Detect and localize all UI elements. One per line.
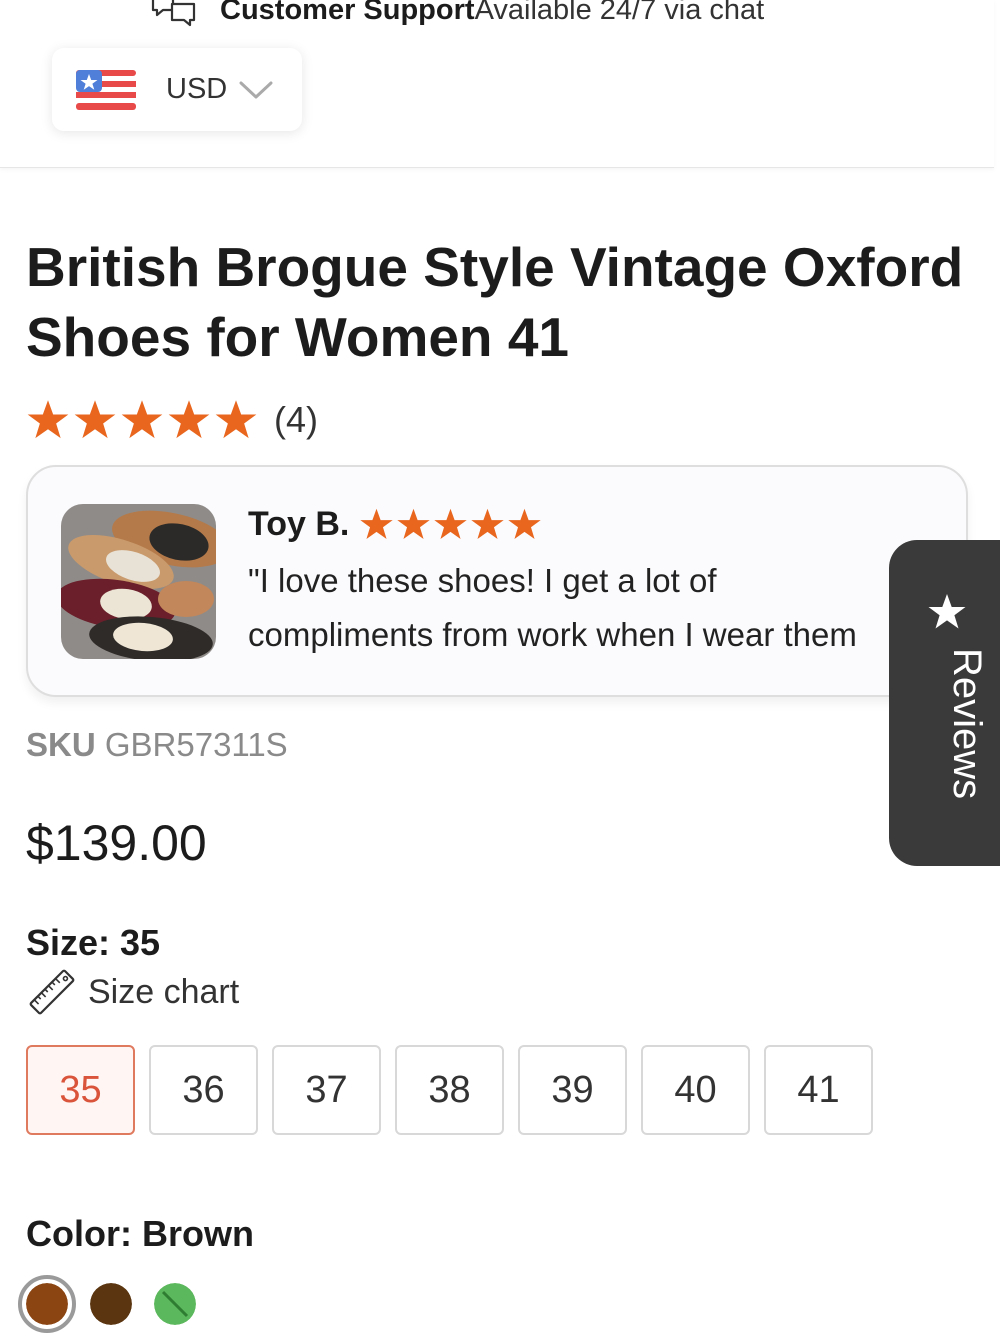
swatch-color — [90, 1283, 132, 1325]
size-chart-label: Size chart — [88, 972, 240, 1011]
reviewer-name: Toy B. — [248, 505, 350, 543]
customer-support[interactable]: Customer SupportAvailable 24/7 via chat — [150, 0, 764, 30]
header-bar: Customer SupportAvailable 24/7 via chat … — [0, 0, 994, 168]
product-rating[interactable]: (4) — [26, 398, 318, 442]
color-swatch-brown[interactable] — [18, 1275, 76, 1333]
star-icon — [74, 400, 116, 439]
size-option-41[interactable]: 41 — [764, 1045, 873, 1135]
star-icon — [121, 400, 163, 439]
us-flag-icon — [76, 69, 136, 110]
size-option-35[interactable]: 35 — [26, 1045, 135, 1135]
color-swatch-dark-brown[interactable] — [82, 1275, 140, 1333]
review-text-line-2: compliments from work when I wear them — [248, 616, 857, 653]
chat-bubbles-icon — [151, 0, 196, 27]
star-icon — [471, 508, 505, 539]
sku-value: GBR57311S — [104, 726, 288, 763]
review-text-line-1: "I love these shoes! I get a lot of — [248, 562, 717, 599]
star-icon — [27, 400, 69, 439]
product-price: $139.00 — [26, 815, 207, 871]
sku: SKU GBR57311S — [26, 726, 288, 764]
star-icon — [360, 508, 394, 539]
swatch-color — [26, 1283, 68, 1325]
review-card[interactable]: Toy B. "I love these shoes! I get a lot … — [26, 465, 968, 697]
color-swatches — [18, 1275, 204, 1333]
sku-label: SKU — [26, 726, 96, 763]
reviews-side-tab[interactable]: Reviews — [889, 540, 1000, 866]
size-option-36[interactable]: 36 — [149, 1045, 258, 1135]
size-chart-link[interactable]: Size chart — [26, 966, 239, 1018]
swatch-color — [154, 1283, 196, 1325]
star-icon — [168, 400, 210, 439]
size-heading: Size: 35 — [26, 922, 161, 963]
star-icon — [434, 508, 468, 539]
rating-count: (4) — [274, 399, 318, 440]
review-stars — [359, 507, 542, 542]
review-text: "I love these shoes! I get a lot of comp… — [248, 554, 948, 662]
currency-selector[interactable]: USD — [52, 48, 302, 131]
size-option-39[interactable]: 39 — [518, 1045, 627, 1135]
size-option-37[interactable]: 37 — [272, 1045, 381, 1135]
support-title: Customer Support — [220, 0, 475, 26]
size-options: 35 36 37 38 39 40 41 — [26, 1045, 873, 1135]
size-option-40[interactable]: 40 — [641, 1045, 750, 1135]
star-icon — [215, 400, 257, 439]
size-option-38[interactable]: 38 — [395, 1045, 504, 1135]
review-photo — [61, 504, 216, 659]
reviews-tab-label: Reviews — [945, 648, 989, 800]
chevron-down-icon — [239, 81, 273, 98]
product-title: British Brogue Style Vintage Oxford Shoe… — [26, 236, 964, 368]
star-icon — [508, 508, 542, 539]
rating-stars — [26, 398, 258, 442]
ruler-icon — [29, 969, 75, 1015]
star-icon — [397, 508, 431, 539]
support-subtitle: Available 24/7 via chat — [474, 0, 765, 26]
color-swatch-green[interactable] — [146, 1275, 204, 1333]
star-icon — [928, 594, 966, 629]
color-heading: Color: Brown — [26, 1213, 254, 1254]
currency-label: USD — [166, 73, 228, 105]
